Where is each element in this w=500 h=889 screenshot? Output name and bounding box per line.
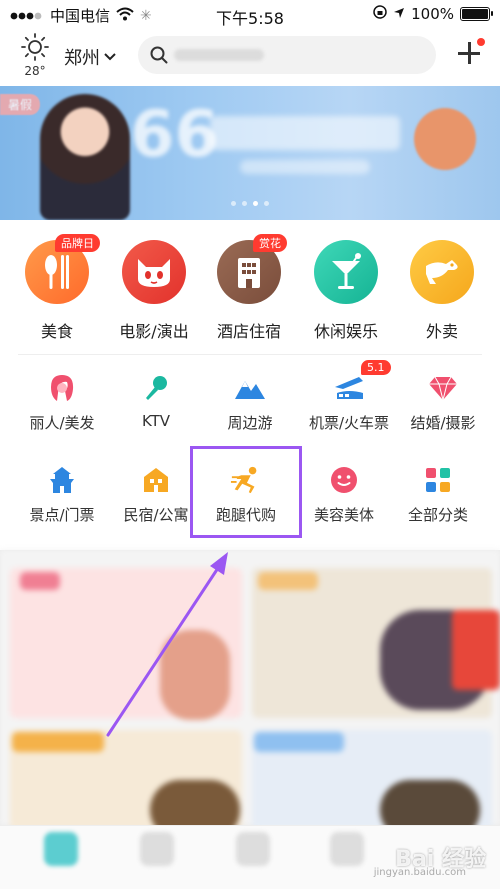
category-label: 美容美体 — [313, 506, 374, 524]
city-selector[interactable]: 郑州 — [64, 44, 116, 70]
pagoda-icon — [46, 464, 78, 496]
tab-2[interactable] — [140, 832, 174, 866]
banner-subtitle-blurred — [240, 160, 370, 174]
smile-icon — [328, 464, 360, 496]
grid-icon — [422, 464, 454, 496]
category-badge: 赏花 — [253, 234, 287, 252]
status-bar: 中国电信 ✳ 下午5:58 100% — [0, 0, 500, 28]
category-wedding-photo[interactable]: 结婚/摄影 — [388, 372, 498, 433]
chevron-down-icon — [104, 53, 116, 61]
house-icon — [140, 464, 172, 496]
category-leisure[interactable]: 休闲娱乐 — [298, 240, 394, 342]
banner-badge-image — [414, 108, 476, 170]
grid-divider — [18, 354, 482, 355]
banner-title-blurred — [210, 116, 400, 150]
add-button[interactable] — [456, 38, 485, 66]
search-icon — [150, 46, 168, 64]
cocktail-icon — [314, 240, 378, 304]
battery-percent: 100% — [411, 5, 454, 23]
notification-dot — [477, 38, 485, 46]
bottom-tab-bar: Bai 经验 jingyan.baidu.com — [0, 825, 500, 889]
search-input[interactable] — [138, 36, 436, 74]
recommendation-feed-blurred — [0, 550, 500, 840]
watermark-sub: jingyan.baidu.com — [373, 867, 466, 878]
category-attractions[interactable]: 景点/门票 — [12, 464, 112, 525]
category-ktv[interactable]: KTV — [106, 372, 206, 430]
kangaroo-icon — [410, 240, 474, 304]
city-name: 郑州 — [64, 48, 100, 69]
utensils-icon: 品牌日 — [25, 234, 100, 304]
category-label: 电影/演出 — [119, 322, 189, 341]
weather-widget[interactable]: 28° — [18, 32, 52, 78]
category-label: 景点/门票 — [29, 506, 95, 524]
category-badge: 品牌日 — [55, 234, 100, 252]
banner-headline: 66 — [130, 98, 220, 172]
building-icon: 赏花 — [217, 234, 287, 304]
primary-category-row: 品牌日 美食 电影/演出 赏花 酒店住宿 休闲娱乐 外卖 — [0, 234, 500, 360]
lock-rotation-icon — [373, 5, 387, 23]
highlight-box — [190, 446, 302, 538]
category-label: 全部分类 — [407, 506, 468, 524]
microphone-icon — [140, 372, 172, 404]
category-label: 周边游 — [227, 414, 273, 432]
woman-icon — [46, 372, 78, 404]
cat-face-icon — [122, 240, 186, 304]
mountain-icon — [234, 372, 266, 404]
search-placeholder-blurred — [174, 49, 264, 61]
tab-3[interactable] — [236, 832, 270, 866]
diamond-icon — [427, 372, 459, 404]
category-all[interactable]: 全部分类 — [388, 464, 488, 525]
category-label: 休闲娱乐 — [313, 322, 378, 341]
temperature: 28° — [24, 64, 46, 78]
sun-icon — [21, 33, 49, 61]
category-takeout[interactable]: 外卖 — [394, 240, 490, 342]
promo-banner[interactable]: 暑假 66 — [0, 86, 500, 220]
category-beauty-body[interactable]: 美容美体 — [294, 464, 394, 525]
category-grid: 品牌日 美食 电影/演出 赏花 酒店住宿 休闲娱乐 外卖 丽人/美发 KTV 周… — [0, 220, 500, 550]
battery-icon — [460, 7, 493, 21]
banner-tag: 暑假 — [0, 94, 41, 115]
watermark-logo: Bai 经验 jingyan.baidu.com — [374, 841, 486, 878]
top-header: 28° 郑州 — [0, 28, 500, 86]
location-arrow-icon — [393, 5, 405, 23]
category-label: 丽人/美发 — [29, 414, 95, 432]
category-movie[interactable]: 电影/演出 — [106, 240, 202, 342]
category-nearby-travel[interactable]: 周边游 — [200, 372, 300, 433]
category-label: 酒店住宿 — [216, 322, 281, 341]
category-label: 结婚/摄影 — [410, 414, 476, 432]
tab-4[interactable] — [330, 832, 364, 866]
train-icon: 5.1 — [333, 360, 391, 404]
banner-pager — [0, 191, 500, 210]
tab-home[interactable] — [44, 832, 78, 866]
category-food[interactable]: 品牌日 美食 — [9, 234, 105, 342]
category-badge: 5.1 — [361, 360, 391, 375]
category-label: 美食 — [40, 322, 73, 341]
category-label: KTV — [141, 412, 171, 430]
category-label: 外卖 — [425, 322, 458, 341]
category-hotel[interactable]: 赏花 酒店住宿 — [201, 234, 297, 342]
category-beauty-hair[interactable]: 丽人/美发 — [12, 372, 112, 433]
